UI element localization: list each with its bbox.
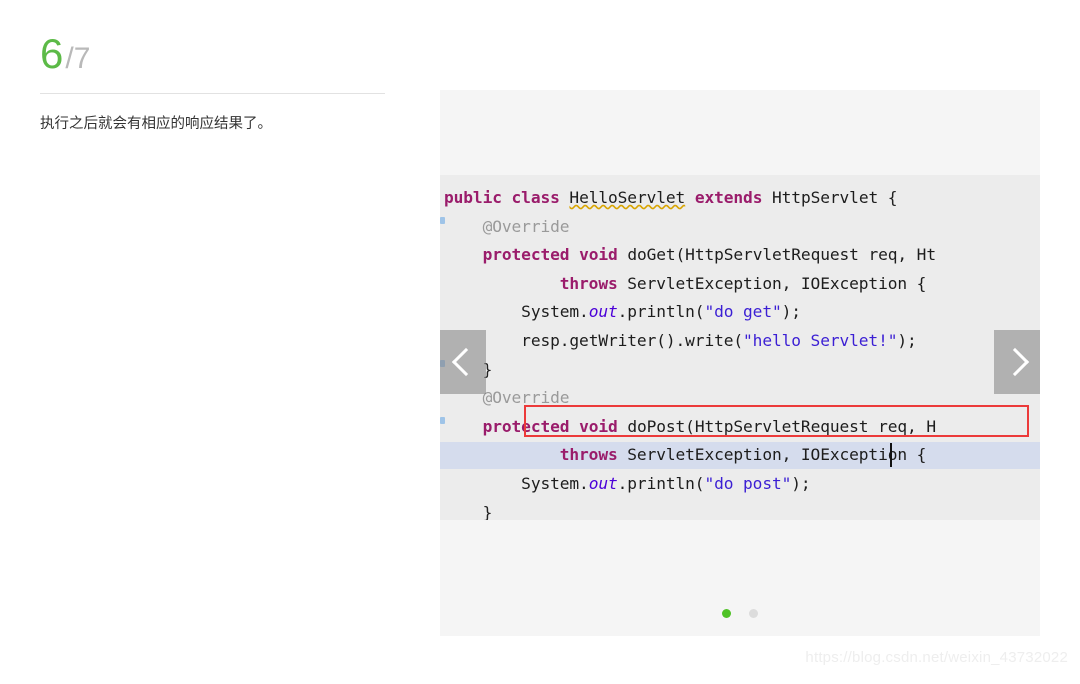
chevron-left-icon: [451, 347, 480, 377]
code-screenshot-image: public class HelloServlet extends HttpSe…: [440, 175, 1040, 520]
image-carousel[interactable]: public class HelloServlet extends HttpSe…: [440, 90, 1040, 636]
step-caption-text: 执行之后就会有相应的响应结果了。: [40, 116, 272, 132]
carousel-next-button[interactable]: [994, 330, 1040, 394]
carousel-dot-2[interactable]: [749, 609, 758, 618]
text-caret: [890, 443, 892, 467]
carousel-dot-1[interactable]: [722, 609, 731, 618]
step-number-heading: 6/7: [40, 30, 385, 91]
step-divider: [40, 93, 385, 94]
step-total-number: /7: [65, 42, 91, 75]
carousel-pagination-dots[interactable]: [440, 609, 1040, 618]
step-block: 6/7 执行之后就会有相应的响应结果了。: [40, 30, 385, 136]
step-current-number: 6: [40, 30, 64, 77]
source-code-block: public class HelloServlet extends HttpSe…: [444, 188, 936, 520]
csdn-watermark-url: https://blog.csdn.net/weixin_43732022: [805, 649, 1068, 666]
red-highlight-annotation: [524, 405, 1029, 437]
chevron-right-icon: [1000, 347, 1029, 377]
carousel-prev-button[interactable]: [440, 330, 486, 394]
